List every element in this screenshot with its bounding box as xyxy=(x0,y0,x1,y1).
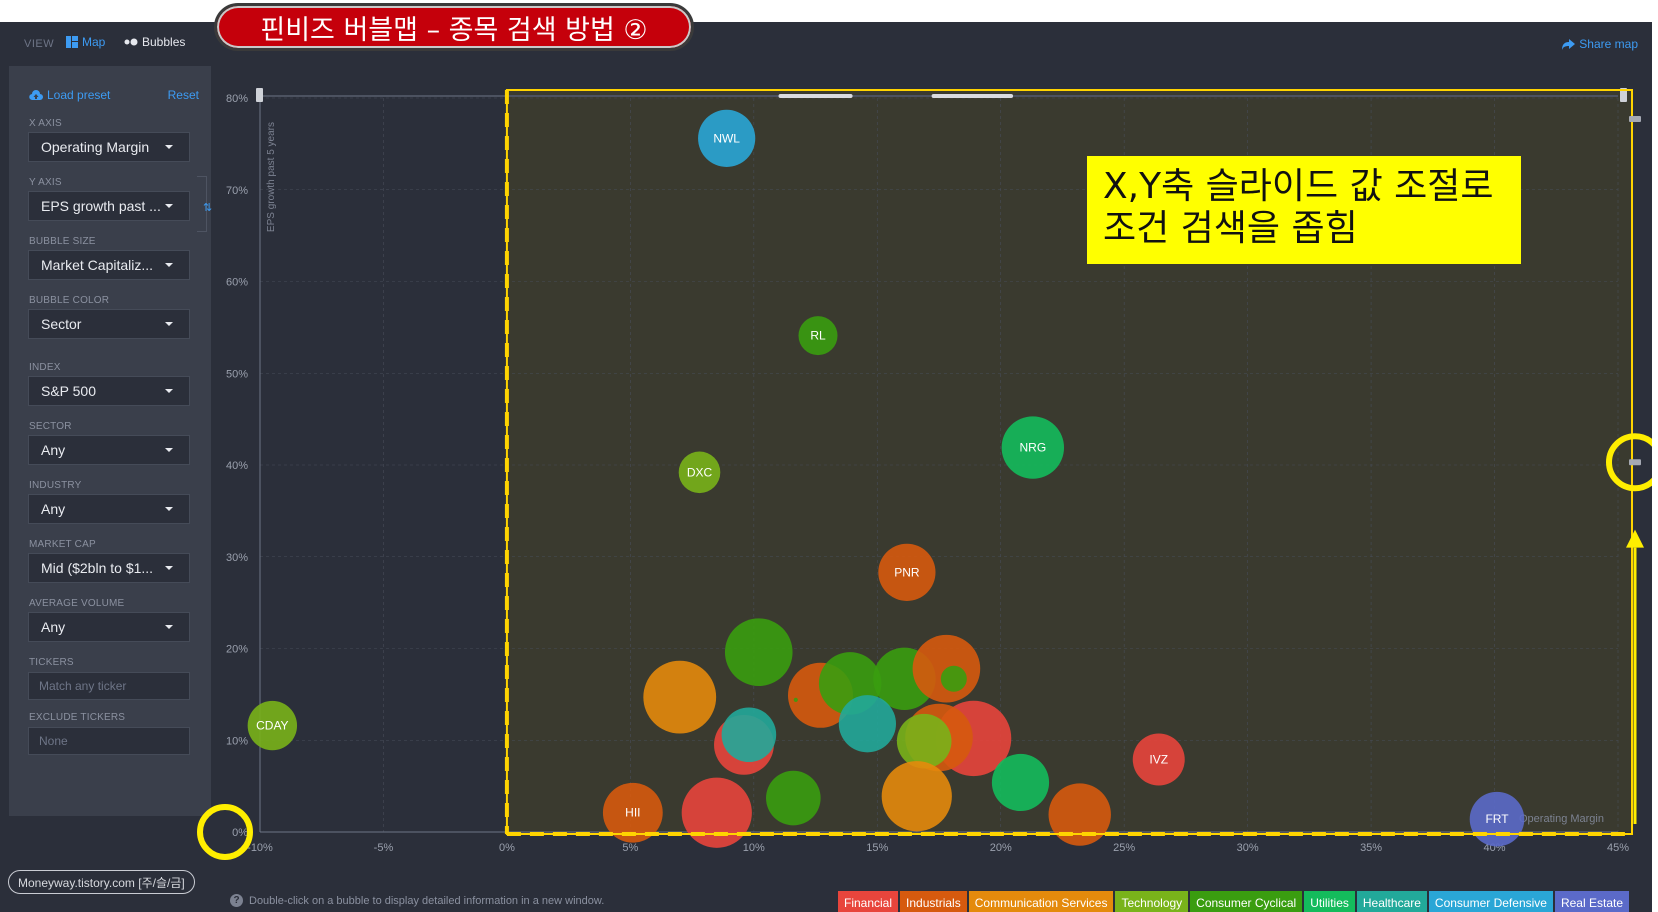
credit-badge: Moneyway.tistory.com [주/슬/금] xyxy=(8,870,195,894)
bubble-unlabeled[interactable] xyxy=(793,697,798,702)
legend-item-healthcare[interactable]: Healthcare xyxy=(1356,891,1427,912)
x-tick-label: 5% xyxy=(622,842,638,854)
annotation-line-1: X,Y축 슬라이드 값 조절로 xyxy=(1103,166,1494,207)
hint-row: ? Double-click on a bubble to display de… xyxy=(230,894,604,907)
bubble-unlabeled[interactable] xyxy=(721,707,777,763)
x-tick-label: 45% xyxy=(1607,842,1629,854)
legend-item-financial[interactable]: Financial xyxy=(838,891,899,912)
bubble-label: CDAY xyxy=(256,719,288,733)
bubble-unlabeled[interactable] xyxy=(643,660,717,734)
legend-item-communication-services[interactable]: Communication Services xyxy=(968,891,1114,912)
legend-item-consumer-cyclical[interactable]: Consumer Cyclical xyxy=(1190,891,1303,912)
bubble-label: IVZ xyxy=(1149,753,1168,767)
x-tick-label: 25% xyxy=(1113,842,1135,854)
x-tick-label: 30% xyxy=(1237,842,1259,854)
bubble-label: NWL xyxy=(713,131,740,145)
bubble-unlabeled[interactable] xyxy=(991,753,1050,812)
bubble-unlabeled[interactable] xyxy=(724,618,793,686)
bubble-label: RL xyxy=(810,329,826,343)
bubble-unlabeled[interactable] xyxy=(838,695,896,753)
legend-item-technology[interactable]: Technology xyxy=(1115,891,1189,912)
legend-item-consumer-defensive[interactable]: Consumer Defensive xyxy=(1428,891,1553,912)
x-slider-min-handle[interactable] xyxy=(256,88,263,102)
y-tick-label: 50% xyxy=(226,368,248,380)
bubble-unlabeled[interactable] xyxy=(896,713,952,769)
y-slider-max-handle[interactable] xyxy=(1629,116,1641,122)
hint-text: Double-click on a bubble to display deta… xyxy=(249,894,605,907)
sector-legend: Financial Industrials Communication Servic… xyxy=(838,891,1630,912)
x-tick-label: 10% xyxy=(743,842,765,854)
bubble-unlabeled[interactable] xyxy=(881,761,952,832)
annotation-line-2: 조건 검색을 좁힘 xyxy=(1103,208,1358,249)
bubble-label: NRG xyxy=(1019,441,1046,455)
y-tick-label: 60% xyxy=(226,277,248,289)
bubble-label: HII xyxy=(625,806,640,820)
x-tick-label: -10% xyxy=(247,842,273,854)
annotation-callout: X,Y축 슬라이드 값 조절로 조건 검색을 좁힘 xyxy=(1087,156,1521,264)
x-slider-range xyxy=(778,94,853,98)
y-tick-label: 40% xyxy=(226,460,248,472)
x-tick-label: 0% xyxy=(499,842,515,854)
question-icon: ? xyxy=(230,894,243,907)
y-slider-handle[interactable] xyxy=(1629,459,1641,466)
bubble-label: FRT xyxy=(1485,812,1509,826)
legend-item-industrials[interactable]: Industrials xyxy=(900,891,967,912)
y-tick-label: 10% xyxy=(226,735,248,747)
legend-item-real-estate[interactable]: Real Estate xyxy=(1554,891,1630,912)
y-axis-title: EPS growth past 5 years xyxy=(266,122,277,232)
bubble-unlabeled[interactable] xyxy=(940,665,967,692)
x-tick-label: 15% xyxy=(866,842,888,854)
banner-title: 핀비즈 버블맵 – 종목 검색 방법 ② xyxy=(214,3,694,51)
x-tick-label: -5% xyxy=(374,842,394,854)
bubble-unlabeled[interactable] xyxy=(681,777,752,848)
bubble-chart[interactable]: -10% -5% 0% 5% 10% 15% 20% 25% 30% 35% 40% 45% 0% 10%… xyxy=(0,22,1652,862)
y-tick-label: 20% xyxy=(226,644,248,656)
bubble-label: DXC xyxy=(687,465,713,479)
x-tick-label: 20% xyxy=(990,842,1012,854)
y-tick-label: 0% xyxy=(232,827,248,839)
x-axis-title: Operating Margin xyxy=(1519,813,1604,825)
bubble-unlabeled[interactable] xyxy=(766,770,821,826)
y-tick-label: 30% xyxy=(226,552,248,564)
bubble-unlabeled[interactable] xyxy=(1048,783,1111,846)
legend-item-utilities[interactable]: Utilities xyxy=(1304,891,1355,912)
bubble-label: PNR xyxy=(894,565,920,579)
y-tick-label: 80% xyxy=(226,93,248,105)
y-tick-label: 70% xyxy=(226,185,248,197)
x-tick-label: 35% xyxy=(1360,842,1382,854)
x-slider-range xyxy=(931,94,1014,98)
